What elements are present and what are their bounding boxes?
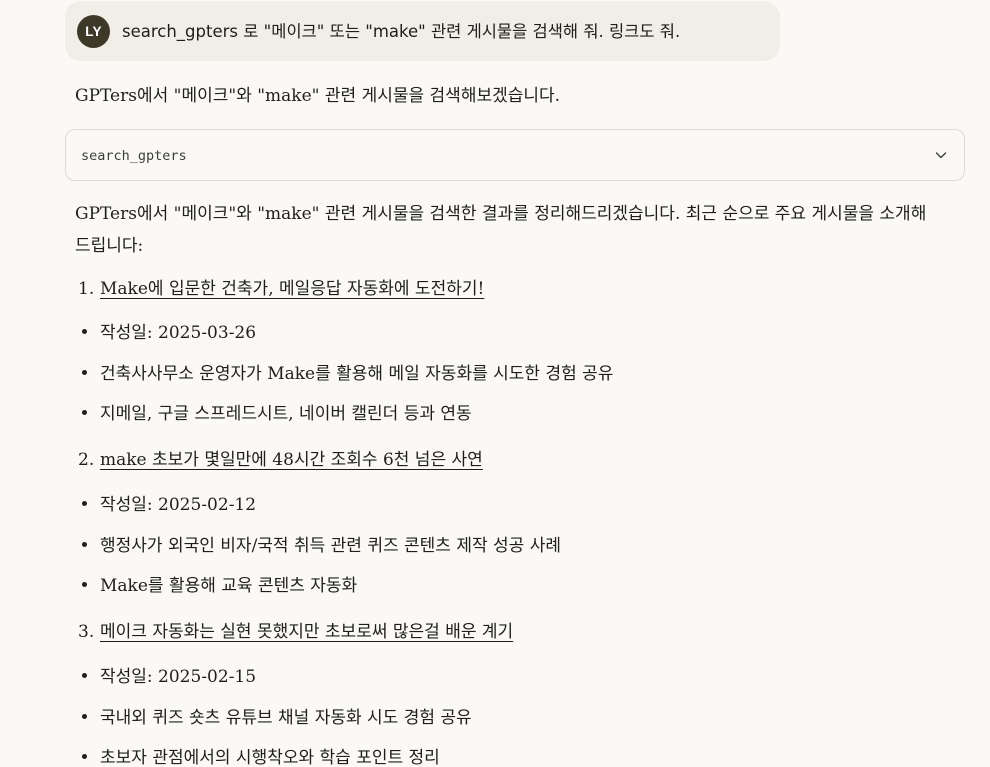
bullet-dot [82,754,87,759]
list-item: Make를 활용해 교육 콘텐츠 자동화 [82,573,357,599]
user-message-text: search_gpters 로 "메이크" 또는 "make" 관련 게시물을 … [122,22,681,41]
list-item: 작성일: 2025-03-26 [82,320,256,346]
result-item-2: 2. make 초보가 몇일만에 48시간 조회수 6천 넘은 사연 [78,447,483,473]
tool-call-panel[interactable]: search_gpters [65,129,965,181]
bullet-text: 초보자 관점에서의 시행착오와 학습 포인트 정리 [100,748,440,767]
list-item: 작성일: 2025-02-15 [82,664,256,690]
bullet-dot [82,410,87,415]
result-item-1: 1. Make에 입문한 건축가, 메일응답 자동화에 도전하기! [78,276,484,302]
list-item: 지메일, 구글 스프레드시트, 네이버 캘린더 등과 연동 [82,401,472,427]
bullet-text: 작성일: 2025-02-15 [100,667,257,687]
list-item: 초보자 관점에서의 시행착오와 학습 포인트 정리 [82,745,440,767]
avatar[interactable]: LY [77,15,110,48]
bullet-dot [82,714,87,719]
list-item: 행정사가 외국인 비자/국적 취득 관련 퀴즈 콘텐츠 제작 성공 사례 [82,533,561,559]
result-link[interactable]: Make에 입문한 건축가, 메일응답 자동화에 도전하기! [100,279,484,299]
result-link[interactable]: make 초보가 몇일만에 48시간 조회수 6천 넘은 사연 [100,450,483,470]
bullet-text: 작성일: 2025-03-26 [100,323,257,343]
chevron-down-icon[interactable] [934,148,948,162]
user-message: LY search_gpters 로 "메이크" 또는 "make" 관련 게시… [65,1,780,61]
list-item: 건축사사무소 운영자가 Make를 활용해 메일 자동화를 시도한 경험 공유 [82,361,613,387]
result-number: 1. [78,279,95,299]
result-number: 3. [78,622,95,642]
tool-call-name: search_gpters [81,148,187,164]
bullet-dot [82,370,87,375]
list-item: 국내외 퀴즈 숏츠 유튜브 채널 자동화 시도 경험 공유 [82,705,472,731]
bullet-text: 행정사가 외국인 비자/국적 취득 관련 퀴즈 콘텐츠 제작 성공 사례 [100,536,562,556]
bullet-dot [82,582,87,587]
assistant-summary: GPTers에서 "메이크"와 "make" 관련 게시물을 검색한 결과를 정… [75,204,927,256]
chat-page: LY search_gpters 로 "메이크" 또는 "make" 관련 게시… [0,0,990,767]
result-number: 2. [78,450,95,470]
bullet-text: 건축사사무소 운영자가 Make를 활용해 메일 자동화를 시도한 경험 공유 [100,364,614,384]
list-item: 작성일: 2025-02-12 [82,492,256,518]
bullet-dot [82,329,87,334]
result-item-3: 3. 메이크 자동화는 실현 못했지만 초보로써 많은걸 배운 계기 [78,619,513,645]
result-link[interactable]: 메이크 자동화는 실현 못했지만 초보로써 많은걸 배운 계기 [100,622,513,642]
bullet-text: Make를 활용해 교육 콘텐츠 자동화 [100,576,358,596]
bullet-text: 작성일: 2025-02-12 [100,495,257,515]
bullet-text: 지메일, 구글 스프레드시트, 네이버 캘린더 등과 연동 [100,404,472,424]
bullet-dot [82,501,87,506]
bullet-text: 국내외 퀴즈 숏츠 유튜브 채널 자동화 시도 경험 공유 [100,708,472,728]
assistant-intro: GPTers에서 "메이크"와 "make" 관련 게시물을 검색해보겠습니다. [75,86,561,106]
bullet-dot [82,673,87,678]
bullet-dot [82,542,87,547]
